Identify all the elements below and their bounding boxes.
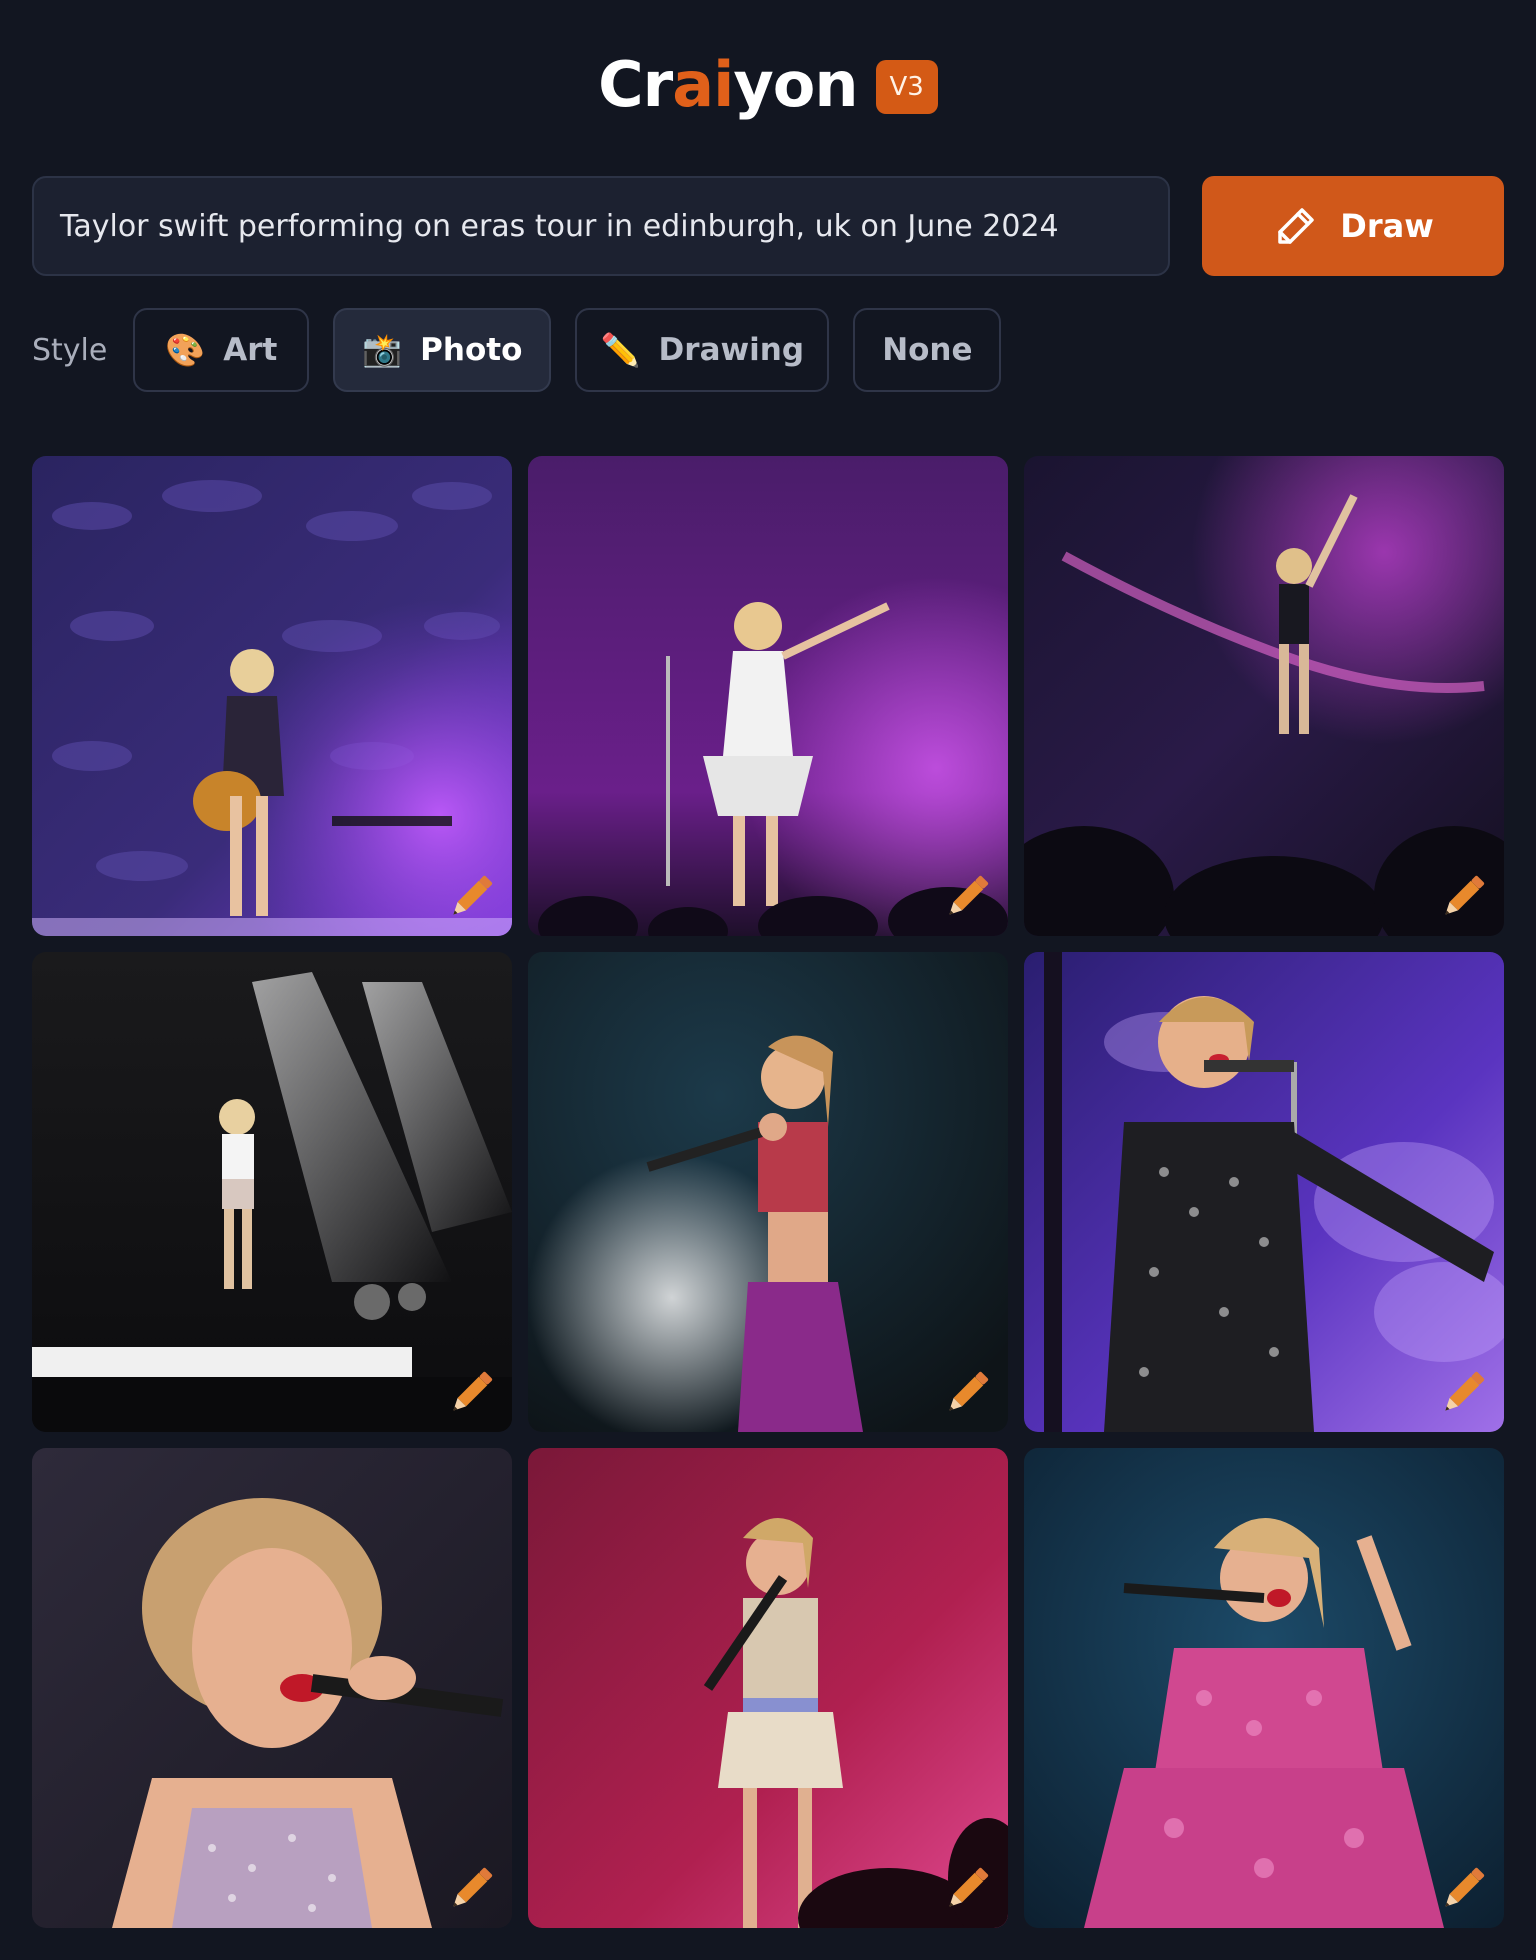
edit-pencil-icon[interactable]	[1434, 1364, 1492, 1422]
draw-button[interactable]: Draw	[1202, 176, 1504, 276]
edit-pencil-icon[interactable]	[442, 868, 500, 926]
edit-pencil-icon[interactable]	[938, 1860, 996, 1918]
results-grid	[32, 456, 1504, 1928]
concert-photo	[528, 952, 1008, 1432]
pencil-icon: ✏️	[600, 331, 641, 369]
concert-photo	[1024, 952, 1504, 1432]
result-image-3[interactable]	[1024, 456, 1504, 936]
result-image-1[interactable]	[32, 456, 512, 936]
edit-pencil-icon[interactable]	[938, 868, 996, 926]
style-option-none[interactable]: None	[853, 308, 1002, 392]
draw-button-label: Draw	[1340, 207, 1434, 245]
palette-icon: 🎨	[165, 331, 206, 369]
result-image-2[interactable]	[528, 456, 1008, 936]
version-badge: V3	[875, 60, 938, 114]
pencil-icon	[1278, 208, 1314, 244]
concert-photo	[32, 952, 512, 1432]
edit-pencil-icon[interactable]	[442, 1860, 500, 1918]
prompt-row: Taylor swift performing on eras tour in …	[32, 176, 1504, 276]
craiyon-logo[interactable]: Craiyon	[598, 54, 858, 116]
concert-photo	[1024, 456, 1504, 936]
camera-flash-icon: 📸	[362, 331, 403, 369]
logo-accent: ai	[672, 48, 734, 121]
concert-photo	[528, 456, 1008, 936]
result-image-4[interactable]	[32, 952, 512, 1432]
style-option-label: Drawing	[658, 332, 805, 368]
logo-prefix: Cr	[598, 48, 673, 121]
result-image-7[interactable]	[32, 1448, 512, 1928]
concert-photo	[1024, 1448, 1504, 1928]
edit-pencil-icon[interactable]	[938, 1364, 996, 1422]
app-header: Craiyon V3	[0, 40, 1536, 130]
style-option-label: Art	[223, 332, 278, 368]
style-option-photo[interactable]: 📸 Photo	[333, 308, 552, 392]
prompt-input[interactable]: Taylor swift performing on eras tour in …	[32, 176, 1170, 276]
result-image-6[interactable]	[1024, 952, 1504, 1432]
concert-photo	[528, 1448, 1008, 1928]
edit-pencil-icon[interactable]	[442, 1364, 500, 1422]
result-image-8[interactable]	[528, 1448, 1008, 1928]
result-image-5[interactable]	[528, 952, 1008, 1432]
style-label: Style	[32, 332, 108, 368]
style-option-label: None	[882, 332, 973, 368]
logo-suffix: yon	[733, 48, 858, 121]
style-option-art[interactable]: 🎨 Art	[133, 308, 310, 392]
style-selector: Style 🎨 Art 📸 Photo ✏️ Drawing None	[32, 308, 1025, 392]
concert-photo	[32, 456, 512, 936]
result-image-9[interactable]	[1024, 1448, 1504, 1928]
style-option-label: Photo	[420, 332, 523, 368]
concert-photo	[32, 1448, 512, 1928]
style-option-drawing[interactable]: ✏️ Drawing	[575, 308, 830, 392]
edit-pencil-icon[interactable]	[1434, 868, 1492, 926]
edit-pencil-icon[interactable]	[1434, 1860, 1492, 1918]
